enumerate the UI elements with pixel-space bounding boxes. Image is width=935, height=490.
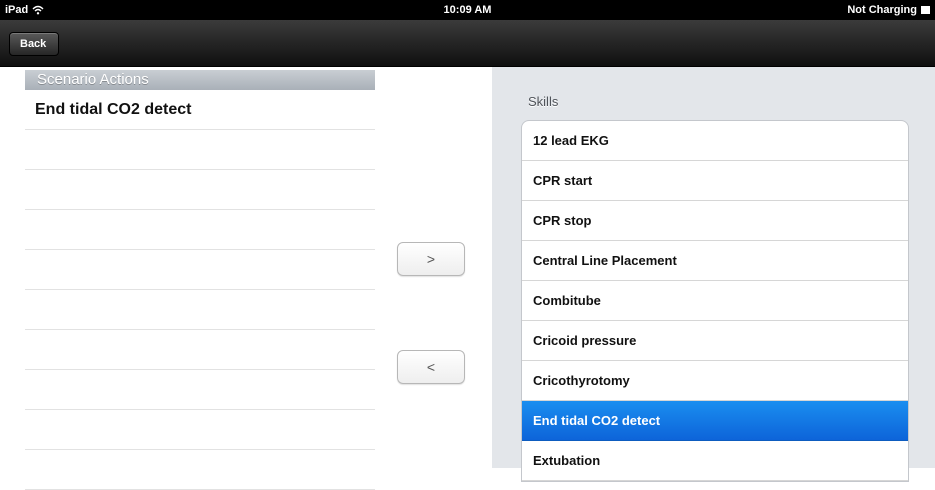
scenario-action-row[interactable] bbox=[25, 210, 375, 250]
skill-row[interactable]: Cricoid pressure bbox=[522, 321, 908, 361]
status-right: Not Charging bbox=[847, 4, 930, 16]
navigation-bar: Back bbox=[0, 20, 935, 67]
battery-icon bbox=[921, 6, 930, 14]
battery-status-text: Not Charging bbox=[847, 4, 917, 16]
skills-header: Skills bbox=[528, 94, 559, 109]
back-button[interactable]: Back bbox=[9, 32, 60, 56]
skill-row[interactable]: Combitube bbox=[522, 281, 908, 321]
scenario-action-row[interactable]: End tidal CO2 detect bbox=[25, 90, 375, 130]
skill-row[interactable]: CPR stop bbox=[522, 201, 908, 241]
remove-from-scenario-button[interactable]: < bbox=[397, 350, 465, 384]
skill-row[interactable]: Cricothyrotomy bbox=[522, 361, 908, 401]
scenario-action-row[interactable] bbox=[25, 250, 375, 290]
skill-row-selected[interactable]: End tidal CO2 detect bbox=[522, 401, 908, 441]
status-bar: iPad 10:09 AM Not Charging bbox=[0, 0, 935, 20]
skills-pane: Skills 12 lead EKG CPR start CPR stop Ce… bbox=[492, 67, 935, 482]
skill-row[interactable]: CPR start bbox=[522, 161, 908, 201]
scenario-actions-header: Scenario Actions bbox=[25, 70, 375, 90]
add-to-scenario-button[interactable]: > bbox=[397, 242, 465, 276]
scenario-action-row[interactable] bbox=[25, 410, 375, 450]
skill-row[interactable]: Central Line Placement bbox=[522, 241, 908, 281]
scenario-actions-list: End tidal CO2 detect bbox=[25, 90, 375, 490]
scenario-action-row[interactable] bbox=[25, 290, 375, 330]
skills-list: 12 lead EKG CPR start CPR stop Central L… bbox=[521, 120, 909, 482]
skill-row[interactable]: Extubation bbox=[522, 441, 908, 481]
scenario-action-row[interactable] bbox=[25, 330, 375, 370]
status-time: 10:09 AM bbox=[443, 4, 492, 16]
scenario-actions-pane: Scenario Actions End tidal CO2 detect > … bbox=[0, 67, 492, 490]
scenario-action-row[interactable] bbox=[25, 370, 375, 410]
scenario-action-row[interactable] bbox=[25, 170, 375, 210]
scenario-action-row[interactable] bbox=[25, 450, 375, 490]
scenario-action-row[interactable] bbox=[25, 130, 375, 170]
skill-row[interactable]: 12 lead EKG bbox=[522, 121, 908, 161]
